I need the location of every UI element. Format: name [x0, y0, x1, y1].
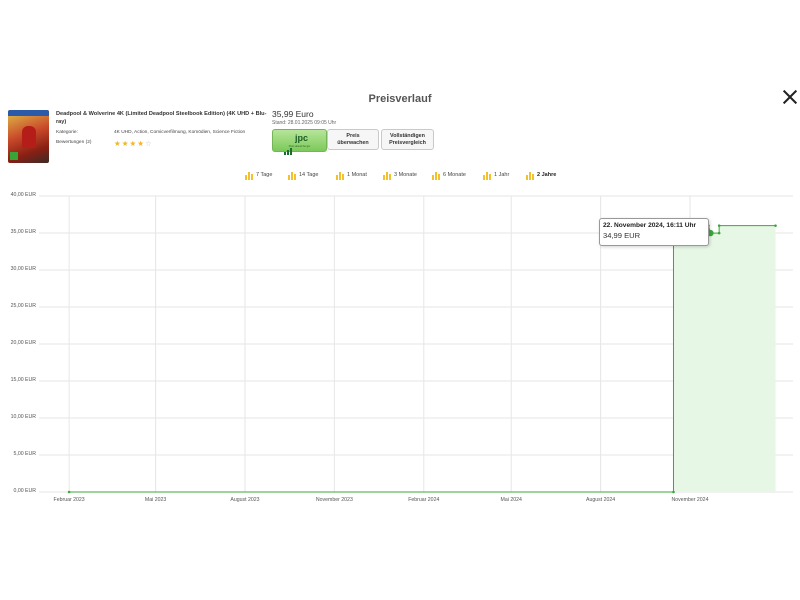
tooltip-date: 22. November 2024, 16:11 Uhr	[603, 222, 697, 229]
y-tick-label: 5,00 EUR	[13, 451, 37, 457]
price-point	[67, 490, 71, 494]
price-line	[69, 225, 776, 493]
price-history-chart	[39, 195, 793, 494]
x-tick-label: August 2024	[586, 497, 616, 503]
x-tick-label: Februar 2024	[408, 497, 440, 503]
x-tick-label: Mai 2024	[500, 497, 522, 503]
y-tick-label: 0,00 EUR	[13, 488, 37, 494]
y-tick-label: 25,00 EUR	[10, 303, 36, 309]
y-tick-label: 40,00 EUR	[10, 192, 36, 198]
x-tick-label: November 2023	[315, 497, 353, 503]
y-tick-label: 15,00 EUR	[10, 377, 36, 383]
price-point	[717, 224, 721, 227]
price-area	[69, 225, 776, 492]
y-tick-label: 10,00 EUR	[10, 414, 36, 420]
x-tick-label: Mai 2023	[144, 497, 167, 503]
y-tick-label: 35,00 EUR	[10, 229, 36, 235]
price-point	[672, 490, 675, 494]
tooltip-value: 34,99 EUR	[603, 231, 641, 240]
x-tick-label: August 2023	[230, 497, 260, 503]
y-tick-label: 20,00 EUR	[10, 340, 36, 346]
chart-tooltip: 22. November 2024, 16:11 Uhr 34,99 EUR	[599, 218, 709, 246]
x-tick-label: Februar 2023	[53, 497, 85, 503]
price-point	[774, 224, 777, 227]
x-tick-label: November 2024	[671, 497, 709, 503]
price-point	[717, 231, 721, 235]
y-tick-label: 30,00 EUR	[10, 266, 36, 272]
